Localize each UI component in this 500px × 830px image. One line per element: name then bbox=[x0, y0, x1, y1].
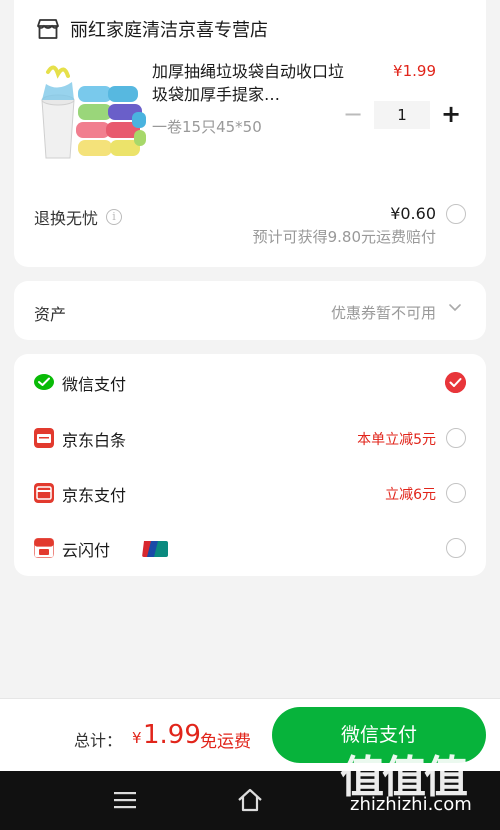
increase-button[interactable]: + bbox=[438, 101, 464, 129]
system-nav-bar: 值值值 zhizhizhi.com bbox=[0, 752, 500, 830]
product-title[interactable]: 加厚抽绳垃圾袋自动收口垃圾袋加厚手提家… bbox=[152, 60, 348, 106]
jd-baitiao-icon bbox=[34, 428, 54, 448]
payment-label: 京东支付 bbox=[62, 486, 127, 505]
payment-label: 微信支付 bbox=[62, 375, 127, 394]
return-service-row: 退换无忧 i bbox=[34, 205, 123, 229]
payment-option-quickpass[interactable]: 云闪付 bbox=[14, 533, 486, 563]
payment-radio[interactable] bbox=[446, 428, 466, 448]
total-label: 总计： bbox=[74, 731, 123, 750]
return-service-price: ¥0.60 bbox=[390, 204, 436, 223]
wechat-pay-icon bbox=[34, 374, 54, 390]
payment-radio[interactable] bbox=[446, 538, 466, 558]
payment-option-wechat[interactable]: 微信支付 bbox=[14, 367, 486, 397]
decrease-button[interactable]: − bbox=[340, 101, 366, 129]
shop-name: 丽红家庭清洁京喜专营店 bbox=[70, 20, 268, 41]
store-icon bbox=[37, 19, 59, 39]
product-price: ¥1.99 bbox=[393, 62, 436, 80]
quickpass-icon bbox=[34, 538, 54, 558]
chevron-down-icon bbox=[449, 304, 461, 312]
coupon-status: 优惠券暂不可用 bbox=[330, 304, 436, 322]
product-image[interactable] bbox=[34, 62, 152, 170]
assets-row[interactable]: 资产 优惠券暂不可用 bbox=[14, 281, 486, 340]
shop-header[interactable]: 丽红家庭清洁京喜专营店 bbox=[36, 16, 268, 42]
watermark-text: zhizhizhi.com bbox=[350, 794, 472, 815]
jd-pay-icon bbox=[34, 483, 54, 503]
total-currency: ¥ bbox=[132, 729, 142, 747]
payment-radio[interactable] bbox=[446, 483, 466, 503]
product-spec[interactable]: 一卷15只45*50 bbox=[152, 116, 262, 137]
payment-label: 京东白条 bbox=[62, 431, 127, 450]
return-service-radio[interactable] bbox=[446, 204, 466, 224]
payment-promo: 本单立减5元 bbox=[357, 432, 436, 448]
free-shipping-label: 免运费 bbox=[200, 732, 251, 752]
payment-methods-card: 微信支付 京东白条 本单立减5元 京东支付 立减6元 云闪付 bbox=[14, 354, 486, 576]
shop-card: 丽红家庭清洁京喜专营店 加厚抽绳垃圾袋自动收口垃圾袋加厚手提家… 一卷15只45… bbox=[14, 0, 486, 267]
payment-option-jd-pay[interactable]: 京东支付 立减6元 bbox=[14, 478, 486, 508]
checked-icon[interactable] bbox=[445, 372, 466, 393]
quantity-input[interactable]: 1 bbox=[374, 101, 430, 129]
payment-label: 云闪付 bbox=[62, 541, 111, 560]
info-icon[interactable]: i bbox=[106, 209, 123, 225]
menu-icon[interactable] bbox=[114, 791, 136, 809]
home-icon[interactable] bbox=[236, 787, 264, 813]
payment-promo: 立减6元 bbox=[385, 487, 436, 503]
total-amount: 1.99 bbox=[143, 720, 201, 750]
quantity-stepper: − 1 + bbox=[340, 101, 464, 129]
payment-option-jd-baitiao[interactable]: 京东白条 本单立减5元 bbox=[14, 423, 486, 453]
assets-label: 资产 bbox=[34, 305, 67, 324]
unionpay-icon bbox=[142, 541, 168, 557]
return-service-note: 预计可获得9.80元运费赔付 bbox=[252, 228, 436, 246]
return-service-label: 退换无忧 bbox=[34, 209, 99, 228]
